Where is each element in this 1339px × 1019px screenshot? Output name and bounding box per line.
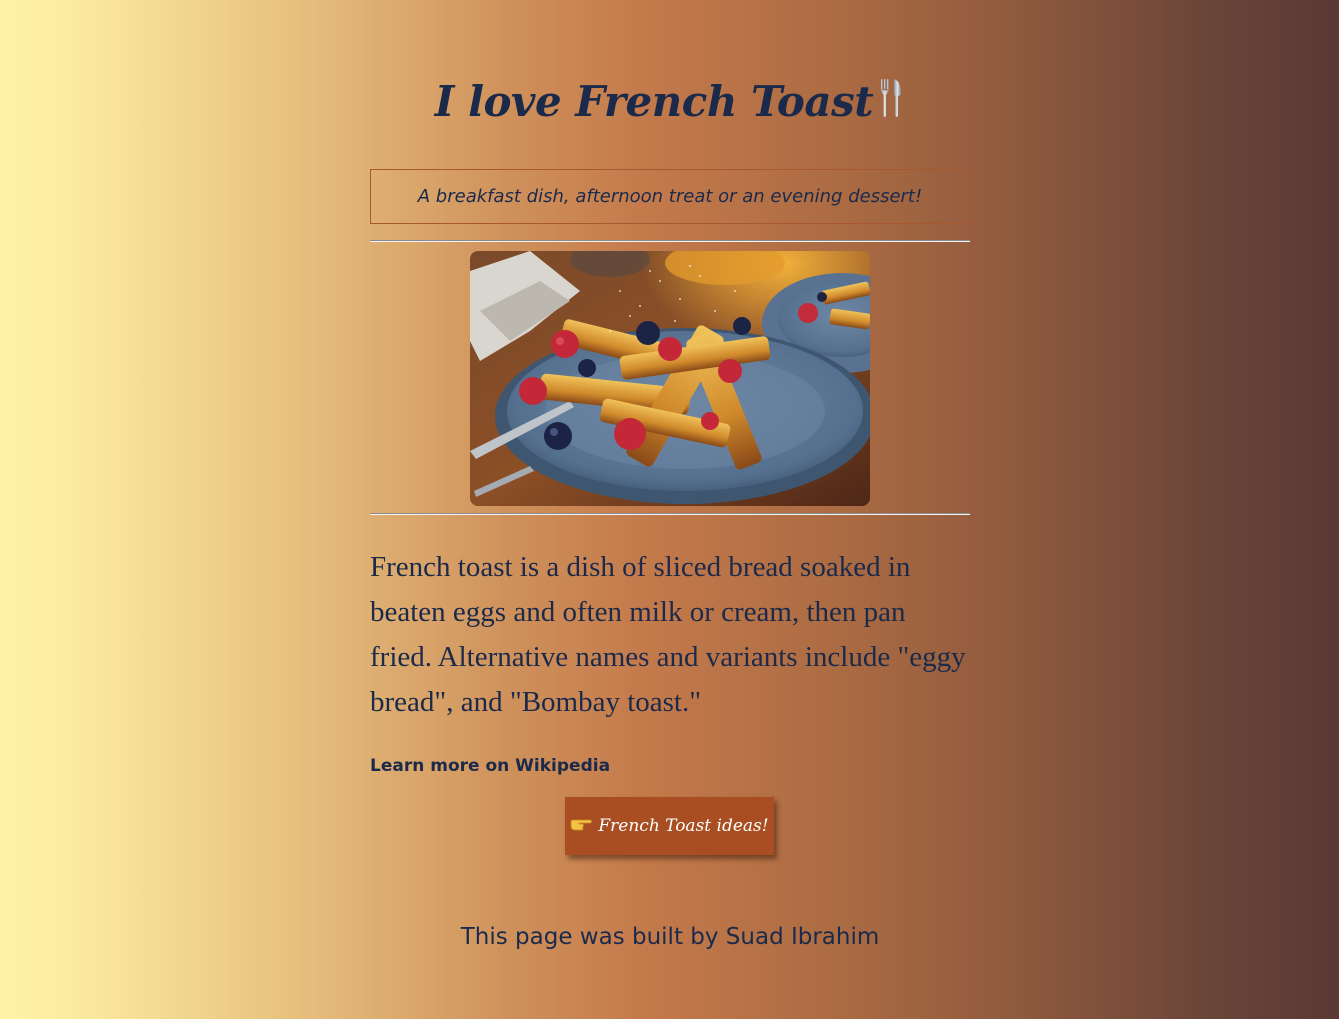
pointing-hand-icon	[570, 816, 593, 837]
page-title-text: I love French Toast	[434, 77, 874, 126]
french-toast-ideas-button[interactable]: French Toast ideas!	[565, 797, 774, 855]
ideas-button-label: French Toast ideas!	[598, 816, 769, 836]
tagline-box: A breakfast dish, afternoon treat or an …	[370, 169, 970, 224]
page-title: I love French Toast	[370, 72, 970, 135]
wikipedia-link[interactable]: Learn more on Wikipedia	[370, 754, 610, 778]
french-toast-photo	[470, 251, 870, 506]
footer-credit: This page was built by Suad Ibrahim	[460, 924, 880, 950]
divider-bottom	[370, 513, 970, 515]
fork-and-knife-icon	[879, 75, 905, 135]
divider-top	[370, 240, 970, 242]
description-paragraph: French toast is a dish of sliced bread s…	[370, 551, 966, 718]
french-toast-illustration	[470, 251, 870, 506]
tagline-text: A breakfast dish, afternoon treat or an …	[417, 186, 923, 207]
